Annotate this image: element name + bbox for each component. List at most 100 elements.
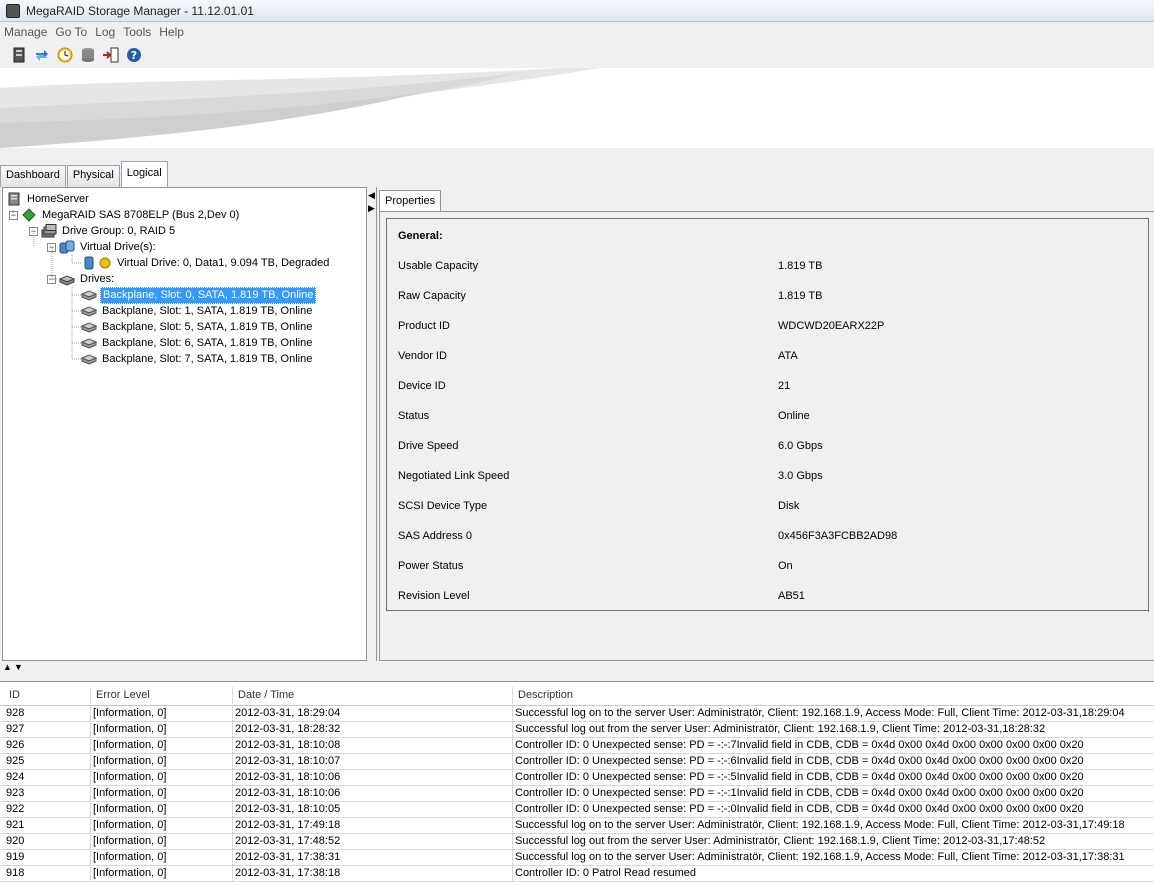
column-separator[interactable]: [512, 687, 513, 704]
grid-line: [512, 802, 513, 818]
menu-manage[interactable]: Manage: [0, 22, 51, 42]
grid-line: [512, 850, 513, 866]
table-row[interactable]: 927 [Information, 0] 2012-03-31, 18:28:32 S…: [0, 722, 1154, 738]
property-key: Revision Level: [398, 590, 470, 602]
tab-physical[interactable]: Physical: [66, 165, 120, 187]
tree-item-label: Backplane, Slot: 0, SATA, 1.819 TB, Onli…: [100, 286, 317, 304]
column-header-description[interactable]: Description: [518, 689, 573, 701]
grid-line: [232, 786, 233, 802]
property-value: WDCWD20EARX22P: [778, 320, 885, 332]
cell-description: Controller ID: 0 Patrol Read resumed: [515, 867, 696, 879]
cell-error-level: [Information, 0]: [93, 739, 167, 751]
cell-date-time: 2012-03-31, 18:10:05: [235, 803, 341, 815]
property-value: ATA: [778, 350, 798, 362]
table-row[interactable]: 928 [Information, 0] 2012-03-31, 18:29:04 S…: [0, 706, 1154, 722]
collapse-left-arrow-icon[interactable]: ◀: [368, 190, 375, 201]
vertical-splitter[interactable]: ◀ ▶: [367, 187, 375, 661]
grid-line: [90, 850, 91, 866]
property-value: Online: [778, 410, 810, 422]
grid-line: [232, 738, 233, 754]
property-value: 1.819 TB: [778, 260, 823, 272]
table-row[interactable]: 925 [Information, 0] 2012-03-31, 18:10:07 C…: [0, 754, 1154, 770]
grid-line: [90, 802, 91, 818]
view-tabs: Dashboard Physical Logical: [0, 160, 169, 187]
column-header-id[interactable]: ID: [9, 689, 20, 701]
expand-down-arrow-icon[interactable]: ▼: [14, 662, 23, 672]
property-row: Usable Capacity 1.819 TB: [398, 260, 1138, 274]
details-panel: Properties General: Usable Capacity 1.819…: [376, 187, 1154, 661]
exit-icon[interactable]: [102, 46, 120, 64]
table-row[interactable]: 918 [Information, 0] 2012-03-31, 17:38:18 C…: [0, 866, 1154, 882]
tab-logical[interactable]: Logical: [120, 161, 168, 187]
grid-line: [512, 866, 513, 882]
property-row: SCSI Device Type Disk: [398, 500, 1138, 514]
menu-log[interactable]: Log: [91, 22, 119, 42]
tree-item-label: Virtual Drive: 0, Data1, 9.094 TB, Degra…: [117, 256, 330, 269]
property-key: Power Status: [398, 560, 464, 572]
cell-id: 922: [6, 803, 25, 815]
grid-line: [232, 818, 233, 834]
cell-date-time: 2012-03-31, 17:48:52: [235, 835, 341, 847]
column-header-error-level[interactable]: Error Level: [96, 689, 150, 701]
grid-line: [90, 834, 91, 850]
cell-date-time: 2012-03-31, 17:38:18: [235, 867, 341, 879]
grid-line: [90, 818, 91, 834]
property-key: Status: [398, 410, 430, 422]
svg-text:?: ?: [131, 49, 137, 62]
table-row[interactable]: 920 [Information, 0] 2012-03-31, 17:48:52 S…: [0, 834, 1154, 850]
table-row[interactable]: 921 [Information, 0] 2012-03-31, 17:49:18 S…: [0, 818, 1154, 834]
cell-date-time: 2012-03-31, 17:49:18: [235, 819, 341, 831]
cell-description: Controller ID: 0 Unexpected sense: PD = …: [515, 787, 1084, 799]
tree-item-label: Backplane, Slot: 1, SATA, 1.819 TB, Onli…: [102, 304, 313, 317]
horizontal-splitter[interactable]: ▲ ▼: [0, 662, 1154, 676]
property-value: 0x456F3A3FCBB2AD98: [778, 530, 898, 542]
table-row[interactable]: 919 [Information, 0] 2012-03-31, 17:38:31 S…: [0, 850, 1154, 866]
cell-error-level: [Information, 0]: [93, 803, 167, 815]
database-icon[interactable]: [79, 46, 97, 64]
table-row[interactable]: 922 [Information, 0] 2012-03-31, 18:10:05 C…: [0, 802, 1154, 818]
column-header-date-time[interactable]: Date / Time: [238, 689, 294, 701]
table-row[interactable]: 923 [Information, 0] 2012-03-31, 18:10:06 C…: [0, 786, 1154, 802]
cell-id: 926: [6, 739, 25, 751]
server-icon[interactable]: [10, 46, 28, 64]
cell-description: Successful log out from the server User:…: [515, 835, 1046, 847]
grid-line: [512, 786, 513, 802]
property-key: Device ID: [398, 380, 446, 392]
tab-dashboard[interactable]: Dashboard: [0, 165, 66, 187]
grid-line: [512, 738, 513, 754]
property-row: Vendor ID ATA: [398, 350, 1138, 364]
property-row: Revision Level AB51: [398, 590, 1138, 604]
collapse-up-arrow-icon[interactable]: ▲: [3, 662, 12, 672]
menu-help[interactable]: Help: [155, 22, 188, 42]
properties-box: General: Usable Capacity 1.819 TB Raw Capa…: [386, 218, 1149, 612]
property-value: 3.0 Gbps: [778, 470, 823, 482]
tab-properties[interactable]: Properties: [379, 190, 442, 212]
properties-frame: General: Usable Capacity 1.819 TB Raw Capa…: [379, 211, 1154, 661]
grid-line: [232, 706, 233, 722]
cell-id: 923: [6, 787, 25, 799]
menu-tools[interactable]: Tools: [119, 22, 155, 42]
property-value: Disk: [778, 500, 800, 512]
cell-description: Controller ID: 0 Unexpected sense: PD = …: [515, 803, 1084, 815]
cell-description: Successful log on to the server User: Ad…: [515, 819, 1125, 831]
menu-go-to[interactable]: Go To: [51, 22, 91, 42]
property-key: Negotiated Link Speed: [398, 470, 510, 482]
table-row[interactable]: 924 [Information, 0] 2012-03-31, 18:10:06 C…: [0, 770, 1154, 786]
clock-icon[interactable]: [56, 46, 74, 64]
grid-line: [512, 754, 513, 770]
column-separator[interactable]: [90, 687, 91, 704]
expand-right-arrow-icon[interactable]: ▶: [368, 203, 375, 214]
cell-date-time: 2012-03-31, 18:10:07: [235, 755, 341, 767]
cell-error-level: [Information, 0]: [93, 787, 167, 799]
cell-date-time: 2012-03-31, 18:10:08: [235, 739, 341, 751]
cell-description: Controller ID: 0 Unexpected sense: PD = …: [515, 771, 1084, 783]
table-row[interactable]: 926 [Information, 0] 2012-03-31, 18:10:08 C…: [0, 738, 1154, 754]
property-key: Product ID: [398, 320, 450, 332]
tree-item-label: Backplane, Slot: 7, SATA, 1.819 TB, Onli…: [102, 352, 313, 365]
header-banner: [0, 68, 1154, 148]
column-separator[interactable]: [232, 687, 233, 704]
refresh-icon[interactable]: [33, 46, 51, 64]
cell-description: Successful log on to the server User: Ad…: [515, 707, 1125, 719]
help-icon[interactable]: ?: [125, 46, 143, 64]
window-title: MegaRAID Storage Manager - 11.12.01.01: [26, 3, 254, 18]
